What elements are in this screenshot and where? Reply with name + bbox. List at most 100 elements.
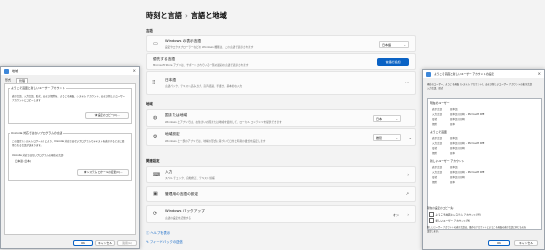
windows-backup-description: 言語の設定を記憶する: [165, 217, 191, 220]
country-region-card: ◍ 国または地域 Windows とアプリでは、お住まいの国または地域を使用して…: [146, 109, 416, 127]
display-language-description: 設定やエクスプローラーなどの Windows 機能は、この言語で表示されます: [165, 46, 254, 49]
chevron-down-icon: ⌄: [395, 136, 398, 140]
new-user-checkbox-label: 新しいユーザー アカウント(N): [435, 219, 471, 223]
chevron-down-icon[interactable]: ⌄: [409, 135, 412, 140]
settings-summary-list: 現在のユーザー 表示言語 日本語 入力言語 日本語 (日本) - Microsoft…: [427, 98, 542, 230]
welcome-screen-checkbox-label: ようこそ画面とシステム アカウント(W): [435, 213, 481, 217]
welcome-screen-checkbox[interactable]: ようこそ画面とシステム アカウント(W): [429, 212, 481, 217]
preferred-languages-card: 優先する言語 Microsoft Store アプリは、サポートされている一覧の…: [146, 53, 416, 70]
list-item: 場所 日本: [432, 181, 456, 184]
display-icon: ▭: [153, 40, 158, 47]
new-user-header: 新しいユーザー アカウント: [430, 159, 465, 163]
display-language-card: ▭ Windows の表示言語 設定やエクスプローラーなどの Windows 機…: [146, 35, 416, 52]
japanese-language-title: 日本語: [165, 78, 177, 82]
display-language-value: 日本語: [382, 43, 392, 47]
list-item: 入力言語 日本語 (日本) - Microsoft IME: [432, 142, 485, 145]
add-language-button[interactable]: 言語の追加: [377, 58, 409, 66]
regional-format-title: 地域設定: [165, 132, 180, 136]
page-title: 言語と地域: [190, 11, 227, 20]
preferred-languages-title: 優先する言語: [153, 57, 176, 61]
windows-backup-title: Windows バックアップ: [165, 209, 205, 213]
list-item: 場所 日本: [432, 123, 456, 126]
ok-button[interactable]: OK: [73, 240, 93, 246]
list-item: 表示言語 日本語: [432, 108, 458, 111]
note-text-1: 新しいユーザー アカウントの表示言語は、既存のアカウントにようこそ画面の表示言語…: [427, 226, 527, 229]
admin-settings-icon: ▣: [153, 191, 158, 197]
welcome-settings-intro-2: 入力言語、形式: [427, 87, 444, 90]
current-locale-label: Unicode 対応ではないプログラムの現在の言語:: [12, 154, 64, 157]
welcome-settings-title: ようこそ画面と新しいユーザー アカウントの設定: [434, 71, 494, 76]
list-item: 入力言語 日本語 (日本) - Microsoft IME: [432, 113, 485, 116]
help-link-label: ヘルプを表示: [150, 231, 171, 235]
breadcrumb-parent[interactable]: 時刻と言語: [146, 11, 182, 20]
more-options-icon[interactable]: ⋯: [405, 80, 409, 85]
japanese-language-item[interactable]: ⠿ 日本語 言語パック、テキスト読み上げ、音声認識、手書き、基本的な入力 ⋯: [146, 71, 416, 95]
non-unicode-text-2: 用される言語が決まります。: [12, 144, 43, 147]
copy-settings-button[interactable]: 🛡設定のコピー(C)...: [85, 112, 129, 119]
external-link-icon: ↗: [405, 191, 409, 196]
region-dialog-title: 地域: [12, 68, 19, 73]
breadcrumb-separator: ›: [184, 11, 188, 20]
current-locale-value: 日本語 (日本): [15, 160, 31, 163]
drag-handle-icon[interactable]: ⠿: [152, 80, 156, 86]
typing-settings-card[interactable]: ⌨ 入力 スペル チェック、自動修正、テキスト候補 ›: [146, 166, 416, 183]
ok-button[interactable]: OK: [488, 240, 510, 246]
typing-title: 入力: [165, 170, 173, 174]
region-dialog-titlebar: 地域 ×: [1, 67, 139, 75]
change-system-locale-label: システム ロケールの変更(C)...: [86, 171, 123, 174]
checkbox-icon: [429, 218, 434, 223]
new-user-checkbox[interactable]: 新しいユーザー アカウント(N): [429, 218, 470, 223]
close-icon[interactable]: ×: [537, 71, 541, 76]
keyboard-icon: ⌨: [153, 171, 161, 178]
close-icon[interactable]: ×: [132, 68, 136, 73]
change-system-locale-button[interactable]: 🛡システム ロケールの変更(C)...: [77, 169, 129, 176]
section-related-header: 関連設定: [146, 159, 160, 163]
welcome-settings-titlebar: ようこそ画面と新しいユーザー アカウントの設定 ×: [423, 70, 544, 78]
preferred-languages-description: Microsoft Store アプリは、サポートされている一覧の最初の言語で表…: [153, 64, 249, 67]
typing-description: スペル チェック、自動修正、テキスト候補: [165, 177, 215, 180]
regional-format-card: ⚙ 地域設定 Windows と一部のアプリでは、地域の形式に基づいて日付と時刻…: [146, 128, 416, 146]
admin-language-title: 管理用の言語の設定: [165, 192, 199, 196]
regional-format-icon: ⚙: [153, 134, 158, 140]
note-text-2: 設定します。: [427, 230, 440, 233]
chevron-right-icon: ›: [407, 172, 409, 177]
current-user-header: 現在のユーザー: [430, 101, 450, 105]
display-language-title: Windows の表示言語: [165, 39, 202, 43]
admin-language-card[interactable]: ▣ 管理用の言語の設定 ↗: [146, 186, 416, 202]
list-item: 形式 日本語 (日本): [432, 176, 466, 179]
regional-format-value: 推奨: [376, 136, 383, 140]
country-region-description: Windows とアプリでは、お住まいの国または地域を使用して、ローカル コンテ…: [165, 121, 282, 124]
chevron-down-icon: ⌄: [395, 117, 398, 121]
list-item: 表示言語 日本語: [432, 166, 458, 169]
welcome-screen-group-title: ようこそ画面と新しいユーザー アカウント: [10, 86, 66, 90]
section-region-header: 地域: [146, 102, 153, 106]
help-link[interactable]: ⓘ ヘルプを表示: [146, 230, 170, 235]
welcome-screen-text-2: アカウントにコピーします: [12, 99, 41, 102]
chevron-right-icon: ›: [407, 212, 409, 217]
display-language-dropdown[interactable]: 日本語 ⌄: [379, 41, 409, 48]
region-app-icon: [4, 68, 9, 74]
feedback-link[interactable]: ✎ フィードバックの送信: [146, 239, 183, 244]
list-item: 入力言語 日本語 (日本) - Microsoft IME: [432, 171, 485, 174]
apply-button[interactable]: 適用(A): [117, 240, 137, 246]
windows-backup-card[interactable]: ⟳ Windows バックアップ 言語の設定を記憶する オン ›: [146, 205, 416, 223]
list-item: 場所 日本: [432, 152, 456, 155]
tab-formats[interactable]: 形式: [5, 78, 11, 82]
country-region-dropdown[interactable]: 日本 ⌄: [373, 115, 401, 122]
country-region-title: 国または地域: [165, 113, 188, 117]
region-app-icon: [426, 71, 431, 77]
regional-format-description: Windows と一部のアプリでは、地域の形式に基づいて日付と時刻の書式を設定し…: [165, 140, 266, 143]
list-item: 表示言語 日本語: [432, 137, 458, 140]
regional-format-dropdown[interactable]: 推奨 ⌄: [373, 134, 401, 141]
welcome-screen-header: ようこそ画面: [430, 130, 447, 134]
cancel-button[interactable]: キャンセル: [514, 240, 538, 246]
copy-target-label: 現在の設定のコピー先:: [427, 207, 454, 210]
non-unicode-group-title: Unicode 対応ではないプログラムの言語: [10, 131, 64, 135]
list-item: 形式 日本語 (日本): [432, 118, 466, 121]
japanese-language-features: 言語パック、テキスト読み上げ、音声認識、手書き、基本的な入力: [165, 85, 243, 88]
checkbox-icon: [429, 212, 434, 217]
windows-backup-status: オン: [392, 213, 399, 217]
feedback-link-label: フィードバックの送信: [149, 240, 183, 244]
cancel-button[interactable]: キャンセル: [95, 240, 115, 246]
country-region-value: 日本: [376, 117, 383, 121]
